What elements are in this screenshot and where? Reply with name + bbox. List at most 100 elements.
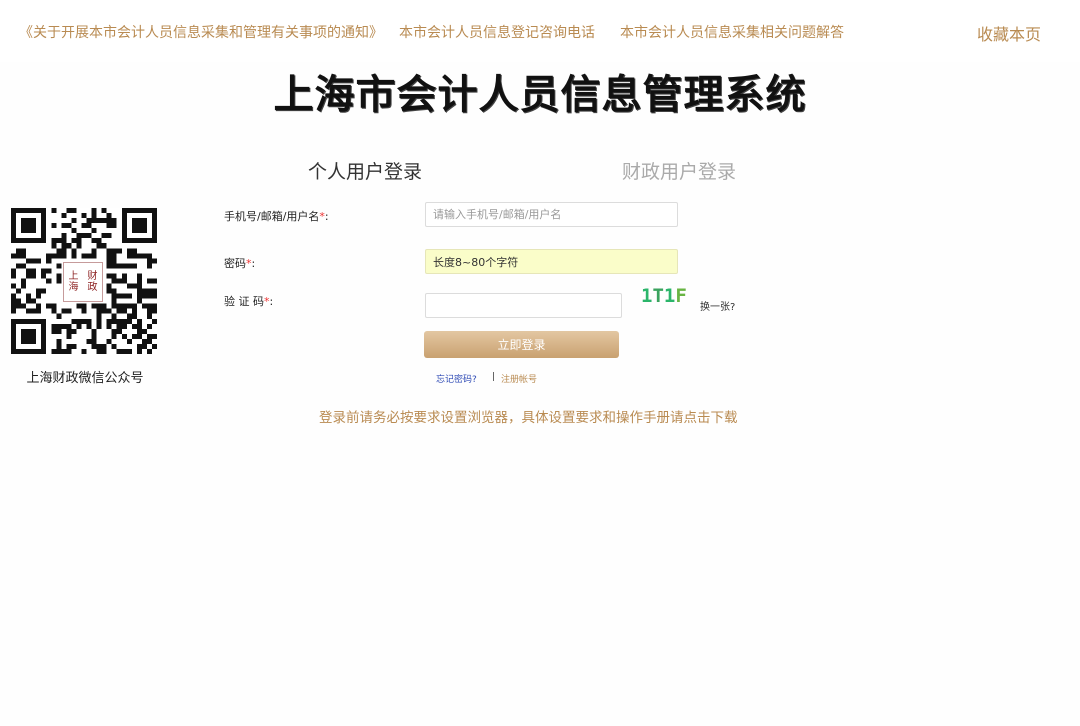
qr-module (121, 278, 127, 284)
qr-module (146, 308, 152, 314)
qr-module (56, 338, 62, 344)
qr-module (131, 308, 137, 314)
browser-setup-notice-link[interactable]: 登录前请务必按要求设置浏览器，具体设置要求和操作手册请点击下载 (319, 406, 738, 426)
qr-module (141, 223, 147, 229)
qr-module (56, 328, 62, 334)
qr-module (66, 308, 72, 314)
qr-module (106, 283, 112, 289)
qr-module (71, 238, 77, 244)
qr-module (106, 258, 112, 264)
qr-module (136, 323, 142, 329)
tab-finance-login[interactable]: 财政用户登录 (622, 157, 736, 184)
qr-module (71, 253, 77, 259)
qr-module (56, 313, 62, 319)
qr-module (46, 268, 52, 274)
qr-module (26, 333, 32, 339)
qr-module (106, 233, 112, 239)
qr-module (46, 278, 52, 284)
qr-module (121, 308, 127, 314)
qr-module (111, 288, 117, 294)
captcha-image[interactable]: 1T1F (641, 285, 687, 307)
captcha-refresh-link[interactable]: 换一张? (700, 298, 735, 313)
qr-module (41, 328, 47, 334)
captcha-input[interactable] (425, 293, 622, 318)
qr-module (11, 213, 17, 219)
qr-module (136, 283, 142, 289)
qr-module (46, 253, 52, 259)
qr-module (21, 253, 27, 259)
qr-module (31, 208, 37, 214)
top-link-notice[interactable]: 《关于开展本市会计人员信息采集和管理有关事项的通知》 (19, 22, 383, 42)
qr-module (11, 323, 17, 329)
qr-module (41, 343, 47, 349)
qr-module (61, 243, 67, 249)
tab-personal-login[interactable]: 个人用户登录 (308, 157, 422, 184)
qr-module (131, 333, 137, 339)
qr-module (121, 238, 127, 244)
qr-module (151, 218, 157, 224)
qr-module (51, 243, 57, 249)
qr-module (81, 223, 87, 229)
qr-module (151, 303, 157, 309)
qr-module (61, 233, 67, 239)
qr-module (36, 238, 42, 244)
qr-module (41, 318, 47, 324)
qr-module (121, 323, 127, 329)
qr-module (26, 268, 32, 274)
qr-module (56, 348, 62, 354)
qr-module (41, 333, 47, 339)
qr-module (121, 208, 127, 214)
qr-module (136, 253, 142, 259)
qr-module (151, 233, 157, 239)
qr-module (31, 328, 37, 334)
password-input[interactable] (425, 249, 678, 274)
qr-module (91, 228, 97, 234)
qr-module (146, 208, 152, 214)
qr-caption: 上海财政微信公众号 (26, 371, 144, 386)
label-colon: : (251, 257, 256, 270)
top-link-faq[interactable]: 本市会计人员信息采集相关问题解答 (620, 22, 844, 42)
qr-module (151, 238, 157, 244)
qr-module (41, 218, 47, 224)
qr-module (151, 213, 157, 219)
qr-module (131, 228, 137, 234)
bookmark-link[interactable]: 收藏本页 (977, 21, 1041, 45)
qr-module (131, 323, 137, 329)
qr-module (91, 208, 97, 214)
qr-module (121, 348, 127, 354)
qr-module (121, 333, 127, 339)
qr-module (126, 303, 132, 309)
qr-module (131, 313, 137, 319)
qr-module (116, 323, 122, 329)
qr-module (11, 283, 17, 289)
qr-module (66, 348, 72, 354)
qr-module (126, 313, 132, 319)
qr-module (111, 343, 117, 349)
qr-module (81, 213, 87, 219)
qr-module (96, 313, 102, 319)
qr-module (106, 318, 112, 324)
login-button[interactable]: 立即登录 (424, 331, 619, 358)
qr-module (141, 253, 147, 259)
qr-module (116, 293, 122, 299)
qr-module (106, 338, 112, 344)
top-link-phone[interactable]: 本市会计人员信息登记咨询电话 (399, 22, 595, 42)
qr-module (31, 223, 37, 229)
forgot-password-link[interactable]: 忘记密码? (436, 372, 477, 385)
qr-module (126, 253, 132, 259)
qr-module (41, 213, 47, 219)
username-input[interactable] (425, 202, 678, 227)
qr-module (56, 323, 62, 329)
qr-module (36, 318, 42, 324)
qr-module (71, 343, 77, 349)
qr-module (136, 238, 142, 244)
register-link[interactable]: 注册帐号 (501, 372, 537, 385)
qr-module (136, 318, 142, 324)
qr-module (31, 333, 37, 339)
qr-module (31, 238, 37, 244)
qr-module (91, 328, 97, 334)
qr-module (36, 293, 42, 299)
qr-module (11, 268, 17, 274)
qr-module (111, 253, 117, 259)
qr-module (31, 228, 37, 234)
